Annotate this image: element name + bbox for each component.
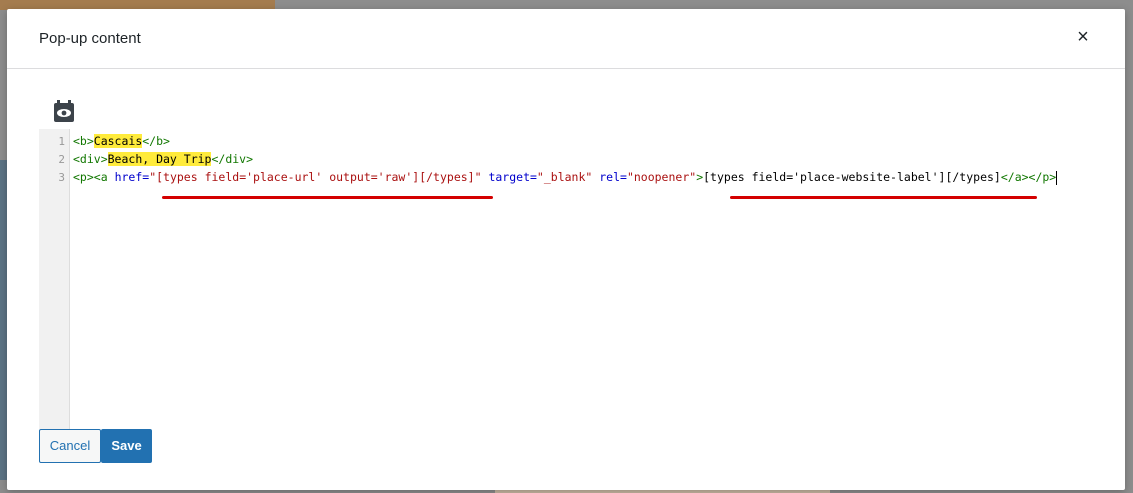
a-open-tag: <a xyxy=(93,170,108,184)
annotation-underline-href xyxy=(162,196,493,199)
cancel-button[interactable]: Cancel xyxy=(39,429,101,463)
code-line-2: <div>Beach, Day Trip</div> xyxy=(73,151,253,168)
highlighted-title-text: Cascais xyxy=(93,134,143,148)
p-open-tag: <p> xyxy=(73,170,94,184)
b-close-tag: </b> xyxy=(142,134,170,148)
div-open-tag: <div> xyxy=(73,152,108,166)
b-open-tag: <b> xyxy=(73,134,94,148)
line-number: 3 xyxy=(58,171,65,184)
rel-value: "noopener" xyxy=(626,170,697,184)
save-button[interactable]: Save xyxy=(101,429,152,463)
dialog-header: Pop-up content × xyxy=(7,9,1125,69)
close-tags: </a></p> xyxy=(1000,170,1057,184)
code-line-3: <p><a href="[types field='place-url' out… xyxy=(73,169,1058,186)
code-editor[interactable]: 1 2 3 <b>Cascais</b> <div>Beach, Day Tri… xyxy=(39,129,1097,429)
annotation-underline-label xyxy=(730,196,1037,199)
popup-content-dialog: Pop-up content × 1 2 3 <b>Cascais</b> <d… xyxy=(7,9,1125,490)
href-value: "[types field='place-url' output='raw'][… xyxy=(149,170,482,184)
text-cursor xyxy=(1056,170,1058,185)
div-close-tag: </div> xyxy=(211,152,254,166)
line-number-gutter: 1 2 3 xyxy=(39,129,70,429)
dialog-title: Pop-up content xyxy=(39,30,141,47)
close-icon[interactable]: × xyxy=(1072,26,1094,48)
target-value: "_blank" xyxy=(536,170,593,184)
target-attribute: target= xyxy=(481,170,537,184)
eye-icon[interactable] xyxy=(51,98,77,124)
line-number: 1 xyxy=(58,135,65,148)
rel-attribute: rel= xyxy=(592,170,627,184)
highlighted-category-text: Beach, Day Trip xyxy=(107,152,212,166)
link-text: [types field='place-website-label'][/typ… xyxy=(703,170,1001,184)
code-line-1: <b>Cascais</b> xyxy=(73,133,170,150)
line-number: 2 xyxy=(58,153,65,166)
href-attribute: href= xyxy=(107,170,150,184)
